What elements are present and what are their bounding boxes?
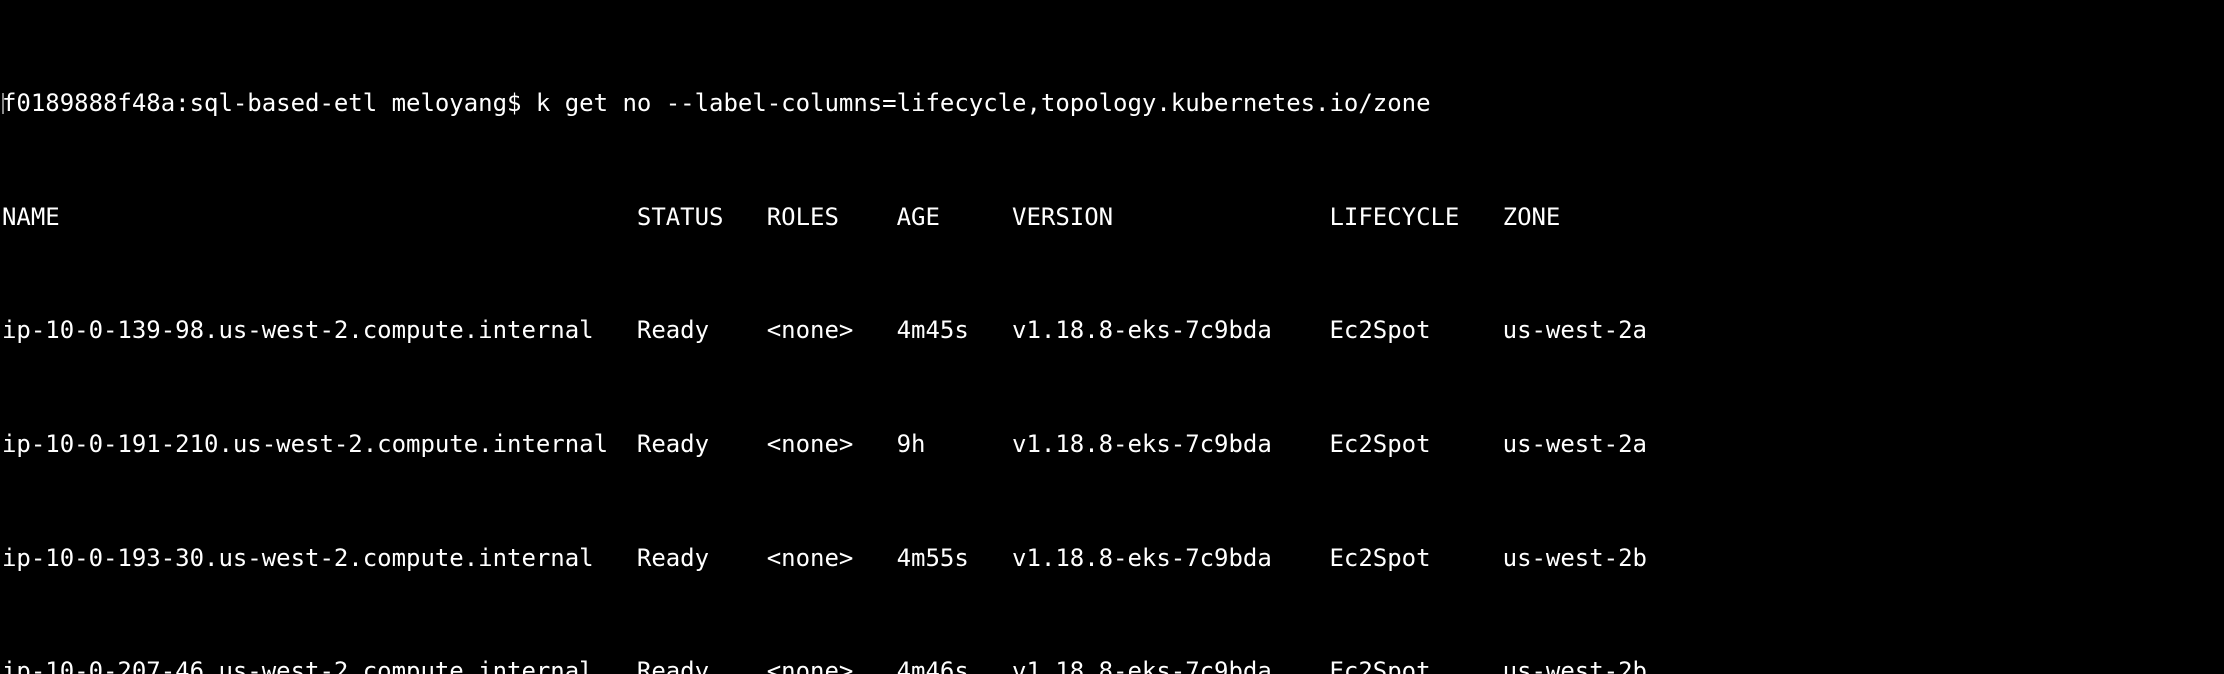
node-row-text: ip-10-0-193-30.us-west-2.compute.interna… bbox=[2, 543, 1647, 572]
node-table-row: ip-10-0-139-98.us-west-2.compute.interna… bbox=[2, 316, 2224, 344]
command-line-text: f0189888f48a:sql-based-etl meloyang$ k g… bbox=[2, 89, 1431, 118]
node-table-header-text: NAME STATUS ROLES AGE VERSION LIFECYCLE … bbox=[2, 202, 1561, 231]
node-row-text: ip-10-0-139-98.us-west-2.compute.interna… bbox=[2, 316, 1647, 345]
terminal-line-prompt-1: f0189888f48a:sql-based-etl meloyang$ k g… bbox=[2, 89, 2224, 117]
terminal-screen[interactable]: f0189888f48a:sql-based-etl meloyang$ k g… bbox=[0, 0, 2224, 674]
node-row-text: ip-10-0-191-210.us-west-2.compute.intern… bbox=[2, 430, 1647, 459]
node-table-row: ip-10-0-207-46.us-west-2.compute.interna… bbox=[2, 657, 2224, 674]
node-table-header-row: NAME STATUS ROLES AGE VERSION LIFECYCLE … bbox=[2, 203, 2224, 231]
node-row-text: ip-10-0-207-46.us-west-2.compute.interna… bbox=[2, 657, 1647, 674]
node-table-row: ip-10-0-191-210.us-west-2.compute.intern… bbox=[2, 430, 2224, 458]
node-table-row: ip-10-0-193-30.us-west-2.compute.interna… bbox=[2, 544, 2224, 572]
